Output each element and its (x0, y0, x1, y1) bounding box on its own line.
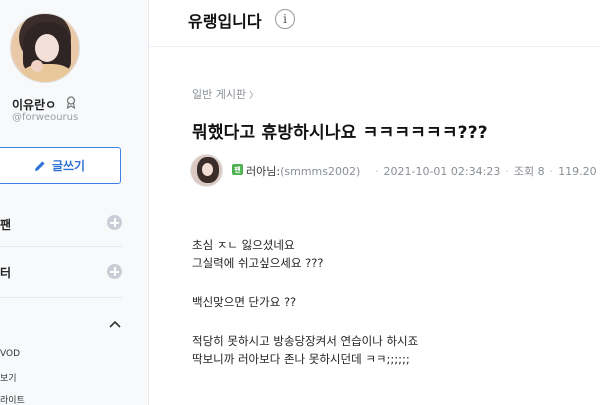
post-meta: · 2021-10-01 02:34:23 · 조회 8 · 119.20 (375, 165, 597, 178)
chevron-up-icon[interactable] (109, 320, 121, 328)
author-level-icon: 팬 (232, 164, 243, 175)
pencil-icon (34, 160, 45, 171)
sidebar-divider (148, 0, 149, 405)
author-name[interactable]: 러아님:(smmms2002) (246, 163, 360, 179)
plus-icon[interactable] (107, 264, 122, 279)
sidebar-item-vod[interactable]: VOD (0, 349, 20, 359)
sidebar-section-fan[interactable]: 팬 (0, 216, 122, 232)
write-button-label: 글쓰기 (51, 159, 86, 173)
header-divider (149, 46, 600, 47)
author-id: (smmms2002) (280, 165, 361, 178)
post-body-line (192, 272, 418, 293)
post-body: 초심 ㅈㄴ 잃으셨네요 그실력에 쉬고싶으세요 ??? 백신맞으면 단가요 ??… (192, 236, 418, 368)
sidebar-item-light[interactable]: 라이트 (0, 393, 25, 405)
post-body-line: 백신맞으면 단가요 ?? (192, 295, 297, 309)
post-body-line (192, 311, 418, 332)
info-icon[interactable]: i (275, 9, 295, 29)
page-title: 유랭입니다 (188, 12, 262, 31)
sidebar-divider-line (0, 297, 122, 298)
write-button[interactable]: 글쓰기 (0, 147, 121, 184)
ribbon-badge-icon (66, 96, 76, 109)
plus-icon[interactable] (107, 215, 122, 230)
post-title: 뭐했다고 휴방하시나요 ㅋㅋㅋㅋㅋㅋ??? (192, 123, 488, 143)
post-date: 2021-10-01 02:34:23 (383, 165, 501, 178)
chevron-right-icon: 〉 (249, 91, 259, 101)
post-views: 조회 8 (513, 165, 545, 178)
board-name: 일반 게시판 (192, 88, 247, 101)
user-handle: @forweourus (12, 112, 79, 123)
board-breadcrumb[interactable]: 일반 게시판 〉 (192, 86, 258, 102)
avatar[interactable] (10, 13, 80, 83)
post-body-line: 초심 ㅈㄴ 잃으셨네요 (192, 238, 295, 252)
sidebar-section-label: 팬 (0, 218, 12, 232)
sidebar-section-center[interactable]: 터 (0, 264, 122, 280)
sidebar-divider-line (0, 246, 122, 247)
post-body-line: 적당히 못하시고 방송당장켜서 연습이나 하시죠 (192, 334, 419, 348)
author-nickname: 러아님 (246, 165, 277, 178)
sidebar-item-view[interactable]: 보기 (0, 371, 17, 384)
post-ip: 119.20 (558, 165, 597, 178)
author-avatar[interactable] (190, 154, 223, 187)
info-glyph: i (283, 12, 287, 26)
post-body-line: 딱보니까 러아보다 존나 못하시던데 ㅋㅋ;;;;;; (192, 352, 410, 366)
post-body-line: 그실력에 쉬고싶으세요 ??? (192, 256, 324, 270)
user-name: 이유란ㅇ (12, 98, 57, 112)
sidebar-section-label: 터 (0, 266, 12, 280)
